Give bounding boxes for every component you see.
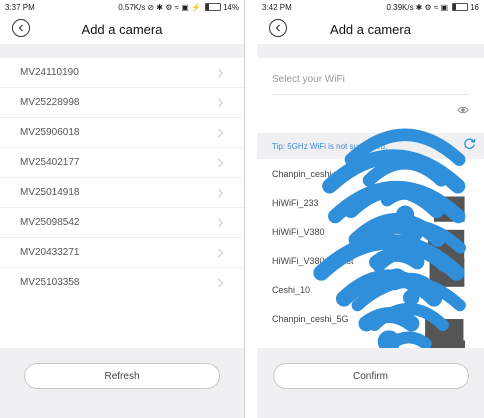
status-icons: ✱ ⚙ ≈ ▣	[415, 2, 449, 12]
section-separator	[0, 44, 244, 58]
wifi-select-screen: 3:42 PM 0.39K/s ✱ ⚙ ≈ ▣ 16 Add a camera …	[257, 0, 484, 418]
chevron-right-icon	[218, 188, 224, 197]
camera-list-item[interactable]: MV25014918	[0, 178, 244, 208]
battery-level: 16	[470, 2, 479, 12]
battery-icon	[204, 3, 221, 11]
chevron-right-icon	[218, 158, 224, 167]
status-time: 3:42 PM	[262, 2, 292, 12]
network-speed: 0.39K/s	[386, 2, 414, 12]
status-time: 3:37 PM	[5, 2, 35, 12]
network-speed: 0.57K/s	[118, 2, 146, 12]
battery-level: 14%	[222, 2, 239, 12]
page-title: Add a camera	[330, 21, 411, 37]
bottom-bar: Confirm	[257, 348, 484, 418]
camera-id: MV25228998	[20, 97, 80, 108]
camera-list-item[interactable]: MV25098542	[0, 208, 244, 238]
wifi-network-name: Chanpin_ceshi_5G	[272, 313, 349, 324]
wifi-select-field[interactable]: Select your WiFi	[272, 64, 469, 95]
camera-id: MV25014918	[20, 187, 80, 198]
confirm-button[interactable]: Confirm	[272, 363, 469, 389]
chevron-right-icon	[218, 218, 224, 227]
back-button[interactable]	[12, 19, 30, 37]
chevron-right-icon	[218, 128, 224, 137]
camera-list-item[interactable]: MV20433271	[0, 238, 244, 268]
wifi-network-name: Ceshi_10	[272, 284, 311, 295]
refresh-button[interactable]: Refresh	[24, 363, 220, 389]
back-button[interactable]	[269, 19, 287, 37]
camera-id: MV20433271	[20, 247, 80, 258]
chevron-left-icon	[18, 24, 23, 32]
status-bar: 3:37 PM 0.57K/s ⊘ ✱ ⚙ ≈ ▣ ⚡ 14%	[0, 0, 244, 14]
camera-id: MV25098542	[20, 217, 80, 228]
page-title: Add a camera	[81, 21, 163, 37]
bottom-bar: Refresh	[0, 348, 244, 418]
battery-icon	[452, 3, 469, 11]
wifi-select-placeholder: Select your WiFi	[272, 73, 345, 85]
chevron-left-icon	[275, 24, 280, 32]
status-icons: ⊘ ✱ ⚙ ≈ ▣ ⚡	[147, 2, 201, 12]
camera-list-item[interactable]: MV25402177	[0, 148, 244, 178]
camera-list-item[interactable]: MV25228998	[0, 88, 244, 118]
eye-icon[interactable]	[457, 103, 469, 121]
camera-list-item[interactable]: MV25906018	[0, 118, 244, 148]
nav-bar: Add a camera	[0, 14, 244, 44]
camera-list-item[interactable]: MV25103358	[0, 268, 244, 297]
camera-id: MV24110190	[20, 67, 79, 78]
wifi-network-name: HiWiFi_233	[272, 197, 319, 208]
camera-id: MV25906018	[20, 127, 80, 138]
camera-id: MV25103358	[20, 277, 80, 288]
chevron-right-icon	[218, 248, 224, 257]
camera-list-screen: 3:37 PM 0.57K/s ⊘ ✱ ⚙ ≈ ▣ ⚡ 14% Add a ca…	[0, 0, 245, 418]
camera-id: MV25402177	[20, 157, 80, 168]
chevron-right-icon	[218, 98, 224, 107]
section-separator	[257, 44, 484, 58]
chevron-right-icon	[218, 278, 224, 287]
camera-list: MV24110190 MV25228998 MV25906018 MV25402177…	[0, 58, 244, 297]
chevron-right-icon	[218, 68, 224, 77]
nav-bar: Add a camera	[257, 14, 484, 44]
wifi-network-item[interactable]: Chanpin_ceshi_5G	[257, 276, 484, 367]
status-bar: 3:42 PM 0.39K/s ✱ ⚙ ≈ ▣ 16	[257, 0, 484, 14]
wifi-network-list: Chanpin_ceshi+1 HiWiFi_233 HiWiFi_V380 HiWi…	[257, 128, 484, 367]
camera-list-item[interactable]: MV24110190	[0, 58, 244, 88]
